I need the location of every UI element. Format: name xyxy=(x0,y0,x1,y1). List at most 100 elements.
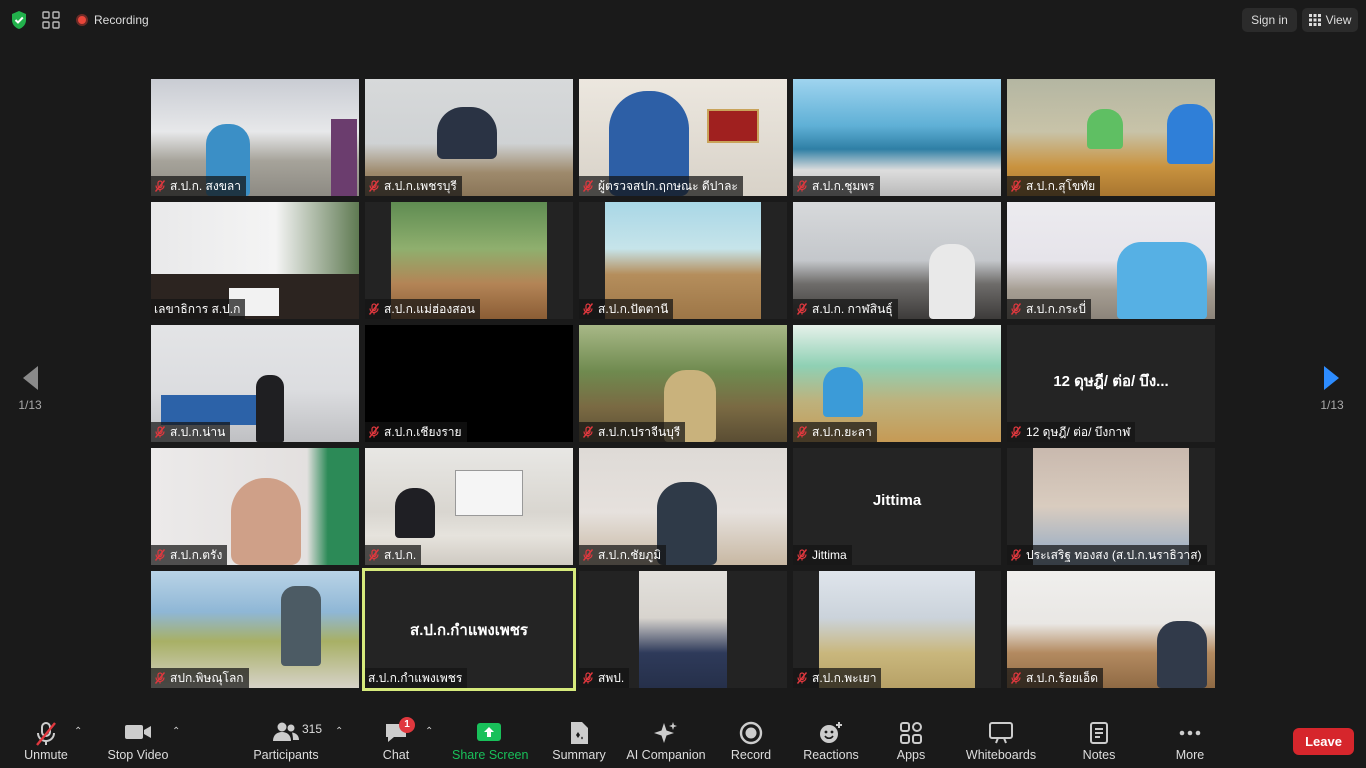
muted-microphone-icon xyxy=(796,180,808,192)
notes-label: Notes xyxy=(1082,748,1116,762)
statue xyxy=(281,586,321,666)
participant-name-tag: ส.ป.ก.แม่ฮ่องสอน xyxy=(365,299,480,319)
video-tile[interactable]: ส.ป.ก.เชียงราย xyxy=(365,325,573,442)
chat-options-caret-icon[interactable]: ⌃ xyxy=(425,726,433,737)
active-speaker-tile[interactable]: ส.ป.ก.กำแพงเพชร ส.ป.ก.กำแพงเพชร xyxy=(362,568,576,691)
more-dots-icon xyxy=(1179,730,1201,736)
stop-video-label: Stop Video xyxy=(107,748,169,762)
stop-video-button[interactable]: Stop Video xyxy=(104,708,172,768)
video-tile[interactable]: ส.ป.ก. กาฬสินธุ์ xyxy=(793,202,1001,319)
record-button[interactable]: Record xyxy=(726,708,776,768)
video-tile[interactable]: ส.ป.ก.ร้อยเอ็ด xyxy=(1007,571,1215,688)
meeting-toolbar: Unmute ⌃ Stop Video ⌃ Participants 315 ⌃… xyxy=(0,708,1366,768)
video-tile[interactable]: ส.ป.ก.เพชรบุรี xyxy=(365,79,573,196)
participant-name: สพป. xyxy=(598,670,625,685)
muted-microphone-icon xyxy=(368,549,380,561)
audio-options-caret-icon[interactable]: ⌃ xyxy=(74,726,82,737)
video-tile[interactable]: เลขาธิการ ส.ป.ก xyxy=(151,202,359,319)
participant-name: ส.ป.ก.น่าน xyxy=(170,424,226,439)
video-tile[interactable]: ส.ป.ก.พะเยา xyxy=(793,571,1001,688)
video-camera-icon xyxy=(125,725,151,739)
video-options-caret-icon[interactable]: ⌃ xyxy=(172,726,180,737)
video-tile[interactable]: ส.ป.ก.สุโขทัย xyxy=(1007,79,1215,196)
ai-companion-label: AI Companion xyxy=(626,748,706,762)
participant-name-tag: ส.ป.ก.ชุมพร xyxy=(793,176,880,196)
video-tile[interactable]: ส.ป.ก.ปราจีนบุรี xyxy=(579,325,787,442)
video-tile[interactable]: ส.ป.ก. สงขลา xyxy=(151,79,359,196)
video-tile[interactable]: ส.ป.ก.ชุมพร xyxy=(793,79,1001,196)
microphone-muted-icon xyxy=(36,722,56,746)
video-tile[interactable]: ผู้ตรวจสปก.ฤกษณะ ดีปาละ xyxy=(579,79,787,196)
video-tile[interactable]: ส.ป.ก.ยะลา xyxy=(793,325,1001,442)
meeting-top-bar: Recording Sign in View xyxy=(0,0,1366,40)
participant-name: ผู้ตรวจสปก.ฤกษณะ ดีปาละ xyxy=(598,178,738,193)
reactions-smiley-icon xyxy=(820,722,842,743)
video-tile[interactable]: ส.ป.ก.แม่ฮ่องสอน xyxy=(365,202,573,319)
participants-options-caret-icon[interactable]: ⌃ xyxy=(335,726,343,737)
muted-microphone-icon xyxy=(796,549,808,561)
participant-name: ส.ป.ก.กระบี่ xyxy=(1026,301,1086,316)
layout-grid-icon[interactable] xyxy=(42,11,60,29)
participant-name: 12 ดุษฎี/ ต่อ/ บึงกาฬ xyxy=(1026,424,1131,439)
video-tile[interactable]: ส.ป.ก.ตรัง xyxy=(151,448,359,565)
unmute-button[interactable]: Unmute xyxy=(16,708,76,768)
ai-companion-button[interactable]: AI Companion xyxy=(624,708,708,768)
participant-name: เลขาธิการ ส.ป.ก xyxy=(154,301,241,316)
previous-page-button[interactable]: 1/13 xyxy=(8,346,52,412)
summary-button[interactable]: Summary xyxy=(548,708,610,768)
leave-button[interactable]: Leave xyxy=(1293,728,1354,755)
participant-name: Jittima xyxy=(812,548,847,562)
reactions-label: Reactions xyxy=(803,748,859,762)
participant-figure xyxy=(395,488,435,538)
participants-label: Participants xyxy=(253,748,319,762)
view-button[interactable]: View xyxy=(1302,8,1358,32)
participant-name: ส.ป.ก.เพชรบุรี xyxy=(384,178,457,193)
muted-microphone-icon xyxy=(582,549,594,561)
chairs xyxy=(161,395,261,425)
muted-microphone-icon xyxy=(796,672,808,684)
participant-name-tag: สปก.พิษณุโลก xyxy=(151,668,249,688)
encryption-shield-icon[interactable] xyxy=(10,10,28,30)
apps-button[interactable]: Apps xyxy=(888,708,934,768)
more-button[interactable]: More xyxy=(1168,708,1212,768)
recording-indicator[interactable]: Recording xyxy=(76,10,149,30)
sign-in-button[interactable]: Sign in xyxy=(1242,8,1297,32)
participant-display-name: Jittima xyxy=(872,492,922,509)
video-tile[interactable]: ส.ป.ก.กระบี่ xyxy=(1007,202,1215,319)
participant-figure xyxy=(823,367,863,417)
page-indicator-left: 1/13 xyxy=(18,398,42,412)
video-tile[interactable]: ส.ป.ก.ชัยภูมิ xyxy=(579,448,787,565)
record-icon xyxy=(739,721,763,745)
participant-name-tag: 12 ดุษฎี/ ต่อ/ บึงกาฬ xyxy=(1007,422,1136,442)
video-tile[interactable]: สพป. xyxy=(579,571,787,688)
video-tile[interactable]: 12 ดุษฎี/ ต่อ/ บึง... 12 ดุษฎี/ ต่อ/ บึง… xyxy=(1007,325,1215,442)
participant-name-tag: ส.ป.ก.พะเยา xyxy=(793,668,882,688)
arrow-left-icon xyxy=(23,366,38,390)
muted-microphone-icon xyxy=(368,180,380,192)
video-tile[interactable]: ประเสริฐ ทองสง (ส.ป.ก.นราธิวาส) xyxy=(1007,448,1215,565)
apps-label: Apps xyxy=(896,748,926,762)
participant-name-tag: สพป. xyxy=(579,668,630,688)
summary-document-icon xyxy=(571,722,588,744)
participant-name-tag: ส.ป.ก.กำแพงเพชร xyxy=(365,668,468,688)
next-page-button[interactable]: 1/13 xyxy=(1310,346,1354,412)
whiteboards-button[interactable]: Whiteboards xyxy=(962,708,1040,768)
notes-button[interactable]: Notes xyxy=(1076,708,1122,768)
video-tile[interactable]: ส.ป.ก. xyxy=(365,448,573,565)
participants-button[interactable]: Participants xyxy=(252,708,320,768)
ai-companion-sparkle-icon xyxy=(654,722,677,743)
chat-unread-badge: 1 xyxy=(399,717,415,733)
video-tile[interactable]: สปก.พิษณุโลก xyxy=(151,571,359,688)
participant-name: ส.ป.ก. สงขลา xyxy=(170,178,242,193)
participant-name-tag: ส.ป.ก. สงขลา xyxy=(151,176,247,196)
participant-name-tag: ส.ป.ก.เชียงราย xyxy=(365,422,467,442)
video-tile[interactable]: Jittima Jittima xyxy=(793,448,1001,565)
share-screen-button[interactable]: Share Screen xyxy=(452,708,528,768)
video-tile[interactable]: ส.ป.ก.น่าน xyxy=(151,325,359,442)
participant-figure xyxy=(1167,104,1213,164)
video-tile[interactable]: ส.ป.ก.ปัตตานี xyxy=(579,202,787,319)
participant-display-name: ส.ป.ก.กำแพงเพชร xyxy=(410,622,528,639)
reactions-button[interactable]: Reactions xyxy=(800,708,862,768)
muted-microphone-icon xyxy=(154,426,166,438)
participant-name-tag: ส.ป.ก.ตรัง xyxy=(151,545,228,565)
